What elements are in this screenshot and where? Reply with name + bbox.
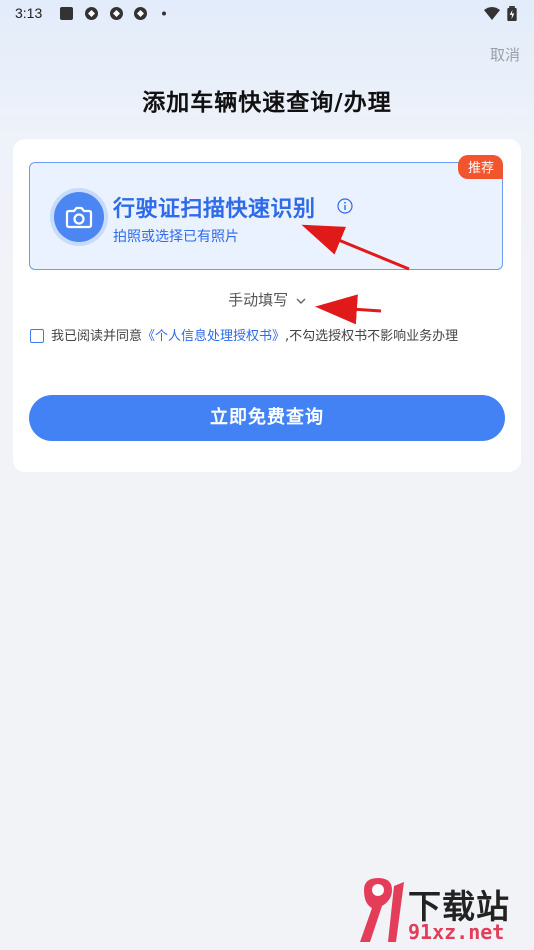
status-time: 3:13 xyxy=(15,5,43,21)
site-logo-icon xyxy=(360,878,404,942)
page-title: 添加车辆快速查询/办理 xyxy=(142,90,392,116)
chevron-down-icon xyxy=(296,298,306,304)
recommend-badge: 推荐 xyxy=(457,155,503,179)
license-scan-card[interactable]: 推荐 行驶证扫描快速识别 拍照或选择已有照片 xyxy=(29,155,503,270)
battery-icon xyxy=(507,6,517,21)
scan-subtitle: 拍照或选择已有照片 xyxy=(113,229,239,245)
authorization-link[interactable]: 《个人信息处理授权书》 xyxy=(142,329,285,344)
agreement-checkbox[interactable] xyxy=(30,329,44,343)
cancel-button[interactable]: 取消 xyxy=(490,44,520,65)
watermark-url: 91xz.net xyxy=(408,920,505,944)
free-query-button[interactable]: 立即免费查询 xyxy=(29,395,505,441)
notification-square-icon xyxy=(60,7,73,20)
more-notifications-dot-icon xyxy=(162,11,166,16)
camera-icon xyxy=(65,206,93,229)
agreement-text: 我已阅读并同意《个人信息处理授权书》,不勾选授权书不影响业务办理 xyxy=(51,325,471,348)
wifi-icon xyxy=(484,7,500,20)
main-card: 推荐 行驶证扫描快速识别 拍照或选择已有照片 手动填写 我已阅读并同意《个人信息… xyxy=(13,139,521,472)
agreement-prefix: 我已阅读并同意 xyxy=(51,329,143,344)
app-notification-icon xyxy=(110,7,123,20)
app-notification-icon xyxy=(85,7,98,20)
scan-title: 行驶证扫描快速识别 xyxy=(113,197,316,222)
app-notification-icon xyxy=(134,7,147,20)
info-icon[interactable] xyxy=(337,198,353,214)
manual-entry-label: 手动填写 xyxy=(228,291,289,309)
manual-entry-toggle[interactable]: 手动填写 xyxy=(13,289,521,310)
status-bar: 3:13 xyxy=(0,0,534,28)
site-watermark: 下载站 91xz.net xyxy=(354,870,534,950)
camera-button[interactable] xyxy=(54,192,104,242)
agreement-suffix: ,不勾选授权书不影响业务办理 xyxy=(285,329,459,344)
